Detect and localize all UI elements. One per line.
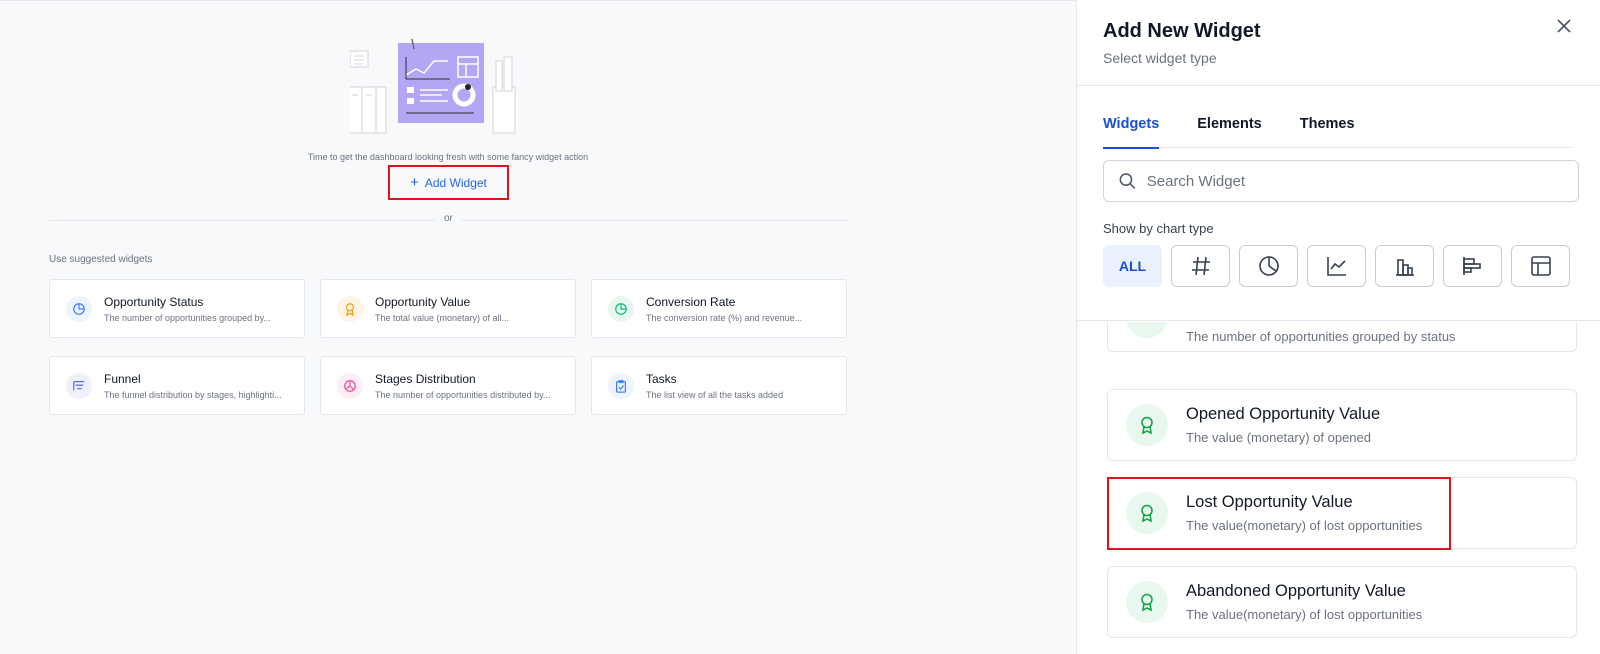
suggested-widget-tasks[interactable]: Tasks The list view of all the tasks add…: [591, 356, 847, 415]
chart-type-line-button[interactable]: [1307, 245, 1366, 287]
tab-widgets[interactable]: Widgets: [1103, 114, 1160, 149]
chart-type-pie-button[interactable]: [1239, 245, 1298, 287]
panel-title: Add New Widget: [1103, 20, 1261, 42]
add-widget-button[interactable]: + Add Widget: [388, 165, 509, 200]
chart-type-filter: ALL: [1103, 245, 1570, 287]
chart-type-all-button[interactable]: ALL: [1103, 245, 1162, 287]
card-title: Tasks: [646, 371, 677, 386]
pie-chart-icon: [1258, 256, 1279, 276]
widget-description: The value(monetary) of lost opportunitie…: [1186, 518, 1423, 533]
donut-icon: [337, 372, 363, 399]
funnel-icon: [66, 372, 92, 399]
suggested-widget-opportunity-value[interactable]: Opportunity Value The total value (monet…: [320, 279, 576, 338]
list-divider: [1077, 320, 1600, 321]
widget-card-abandoned-opportunity-value[interactable]: Abandoned Opportunity Value The value(mo…: [1107, 566, 1577, 638]
line-chart-icon: [1326, 257, 1346, 276]
chart-type-table-button[interactable]: [1511, 245, 1570, 287]
widget-description: The value (monetary) of opened: [1186, 430, 1371, 445]
pie-chart-icon: [608, 295, 634, 322]
chart-type-number-button[interactable]: [1171, 245, 1230, 287]
panel-subtitle: Select widget type: [1103, 50, 1217, 66]
card-description: The number of opportunities distributed …: [375, 389, 551, 400]
suggested-widget-opportunity-status[interactable]: Opportunity Status The number of opportu…: [49, 279, 305, 338]
hash-icon: [1191, 256, 1210, 276]
widget-card-opened-opportunity-value[interactable]: Opened Opportunity Value The value (mone…: [1107, 389, 1577, 461]
card-description: The number of opportunities grouped by..…: [104, 312, 271, 323]
suggested-widget-funnel[interactable]: Funnel The funnel distribution by stages…: [49, 356, 305, 415]
award-icon: [1126, 322, 1168, 338]
chart-type-horizontal-bar-button[interactable]: [1443, 245, 1502, 287]
suggested-widget-conversion-rate[interactable]: Conversion Rate The conversion rate (%) …: [591, 279, 847, 338]
widget-description: The value(monetary) of lost opportunitie…: [1186, 607, 1423, 622]
card-title: Stages Distribution: [375, 371, 476, 386]
panel-tabs: Widgets Elements Themes: [1103, 114, 1573, 149]
widget-list: The number of opportunities grouped by s…: [1107, 322, 1577, 654]
header-divider: [1077, 85, 1600, 86]
or-separator: or: [436, 213, 461, 224]
widget-description: The number of opportunities grouped by s…: [1186, 328, 1456, 344]
card-description: The conversion rate (%) and revenue...: [646, 312, 803, 323]
card-title: Conversion Rate: [646, 294, 736, 309]
add-widget-label: Add Widget: [424, 175, 487, 190]
widget-title: Abandoned Opportunity Value: [1186, 582, 1406, 600]
tab-elements[interactable]: Elements: [1197, 114, 1261, 148]
widget-card-lost-opportunity-value[interactable]: Lost Opportunity Value The value(monetar…: [1107, 477, 1577, 549]
horizontal-bar-icon: [1462, 257, 1481, 275]
search-input[interactable]: [1146, 172, 1564, 190]
dashboard-area: Time to get the dashboard looking fresh …: [0, 0, 1076, 654]
chart-type-filter-label: Show by chart type: [1103, 221, 1214, 236]
clipboard-check-icon: [608, 372, 634, 399]
plus-icon: +: [410, 174, 419, 191]
card-title: Funnel: [104, 371, 141, 386]
card-description: The list view of all the tasks added: [646, 389, 784, 400]
close-icon[interactable]: [1554, 16, 1574, 36]
bar-chart-icon: [1395, 259, 1414, 276]
empty-dashboard-message: Time to get the dashboard looking fresh …: [307, 152, 589, 162]
card-description: The funnel distribution by stages, highl…: [104, 389, 282, 400]
chart-type-bar-button[interactable]: [1375, 245, 1434, 287]
widget-title: Opened Opportunity Value: [1186, 405, 1381, 423]
card-title: Opportunity Status: [104, 294, 204, 309]
suggested-widgets-grid: Opportunity Status The number of opportu…: [49, 279, 849, 415]
dashboard-illustration: [350, 38, 516, 134]
suggested-widget-stages-distribution[interactable]: Stages Distribution The number of opport…: [320, 356, 576, 415]
suggested-widgets-heading: Use suggested widgets: [49, 254, 153, 265]
tab-themes[interactable]: Themes: [1300, 114, 1355, 148]
award-icon: [1126, 492, 1168, 534]
search-box: [1103, 160, 1579, 202]
card-description: The total value (monetary) of all...: [375, 312, 510, 323]
award-icon: [1126, 581, 1168, 623]
award-icon: [337, 295, 363, 322]
widget-title: Lost Opportunity Value: [1186, 493, 1353, 511]
award-icon: [1126, 404, 1168, 446]
add-widget-panel: Add New Widget Select widget type Widget…: [1076, 0, 1600, 654]
search-icon: [1119, 173, 1136, 190]
widget-card-opportunity-status[interactable]: The number of opportunities grouped by s…: [1107, 322, 1577, 352]
card-title: Opportunity Value: [375, 294, 471, 309]
pie-chart-icon: [66, 295, 92, 322]
table-icon: [1530, 256, 1551, 276]
